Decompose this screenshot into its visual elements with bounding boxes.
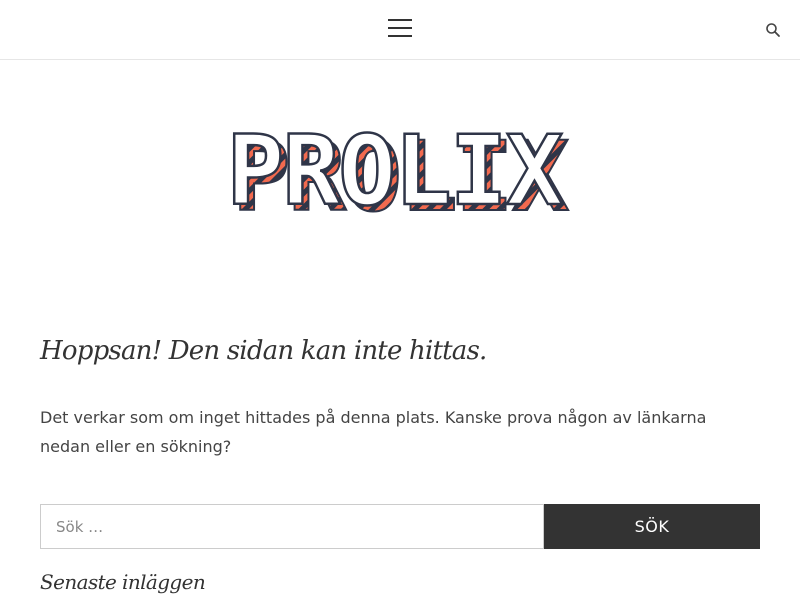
search-form: SÖK [40,504,760,549]
hamburger-menu-icon[interactable] [385,14,415,42]
not-found-message: Det verkar som om inget hittades på denn… [40,408,707,456]
recent-posts-title: Senaste inläggen [40,570,206,594]
site-logo[interactable]: PROLIX PROLIX [150,110,650,220]
page-title: Hoppsan! Den sidan kan inte hittas. [40,336,487,366]
top-bar [0,0,800,60]
search-icon[interactable] [764,21,782,39]
svg-text:PROLIX: PROLIX [227,115,563,220]
search-input[interactable] [40,504,544,549]
search-button[interactable]: SÖK [544,504,760,549]
